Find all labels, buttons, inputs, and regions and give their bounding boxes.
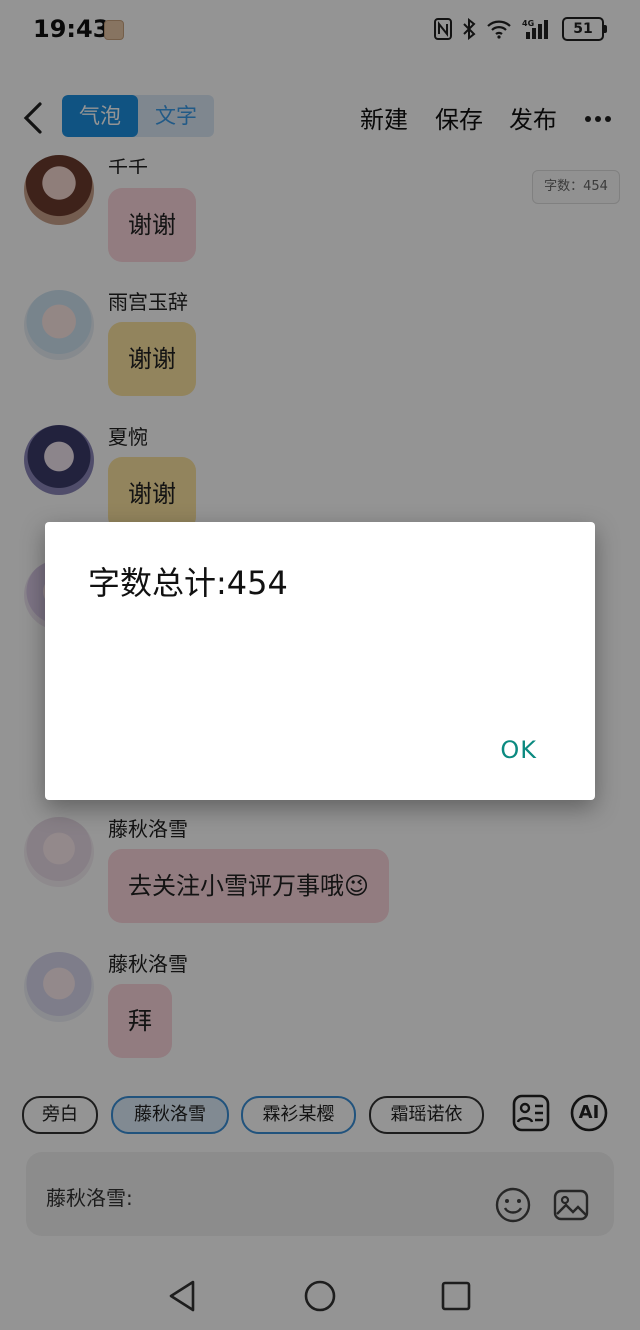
word-count-dialog: 字数总计:454 OK <box>45 522 595 800</box>
dialog-message: 字数总计:454 <box>88 564 288 602</box>
ok-button[interactable]: OK <box>500 736 537 764</box>
